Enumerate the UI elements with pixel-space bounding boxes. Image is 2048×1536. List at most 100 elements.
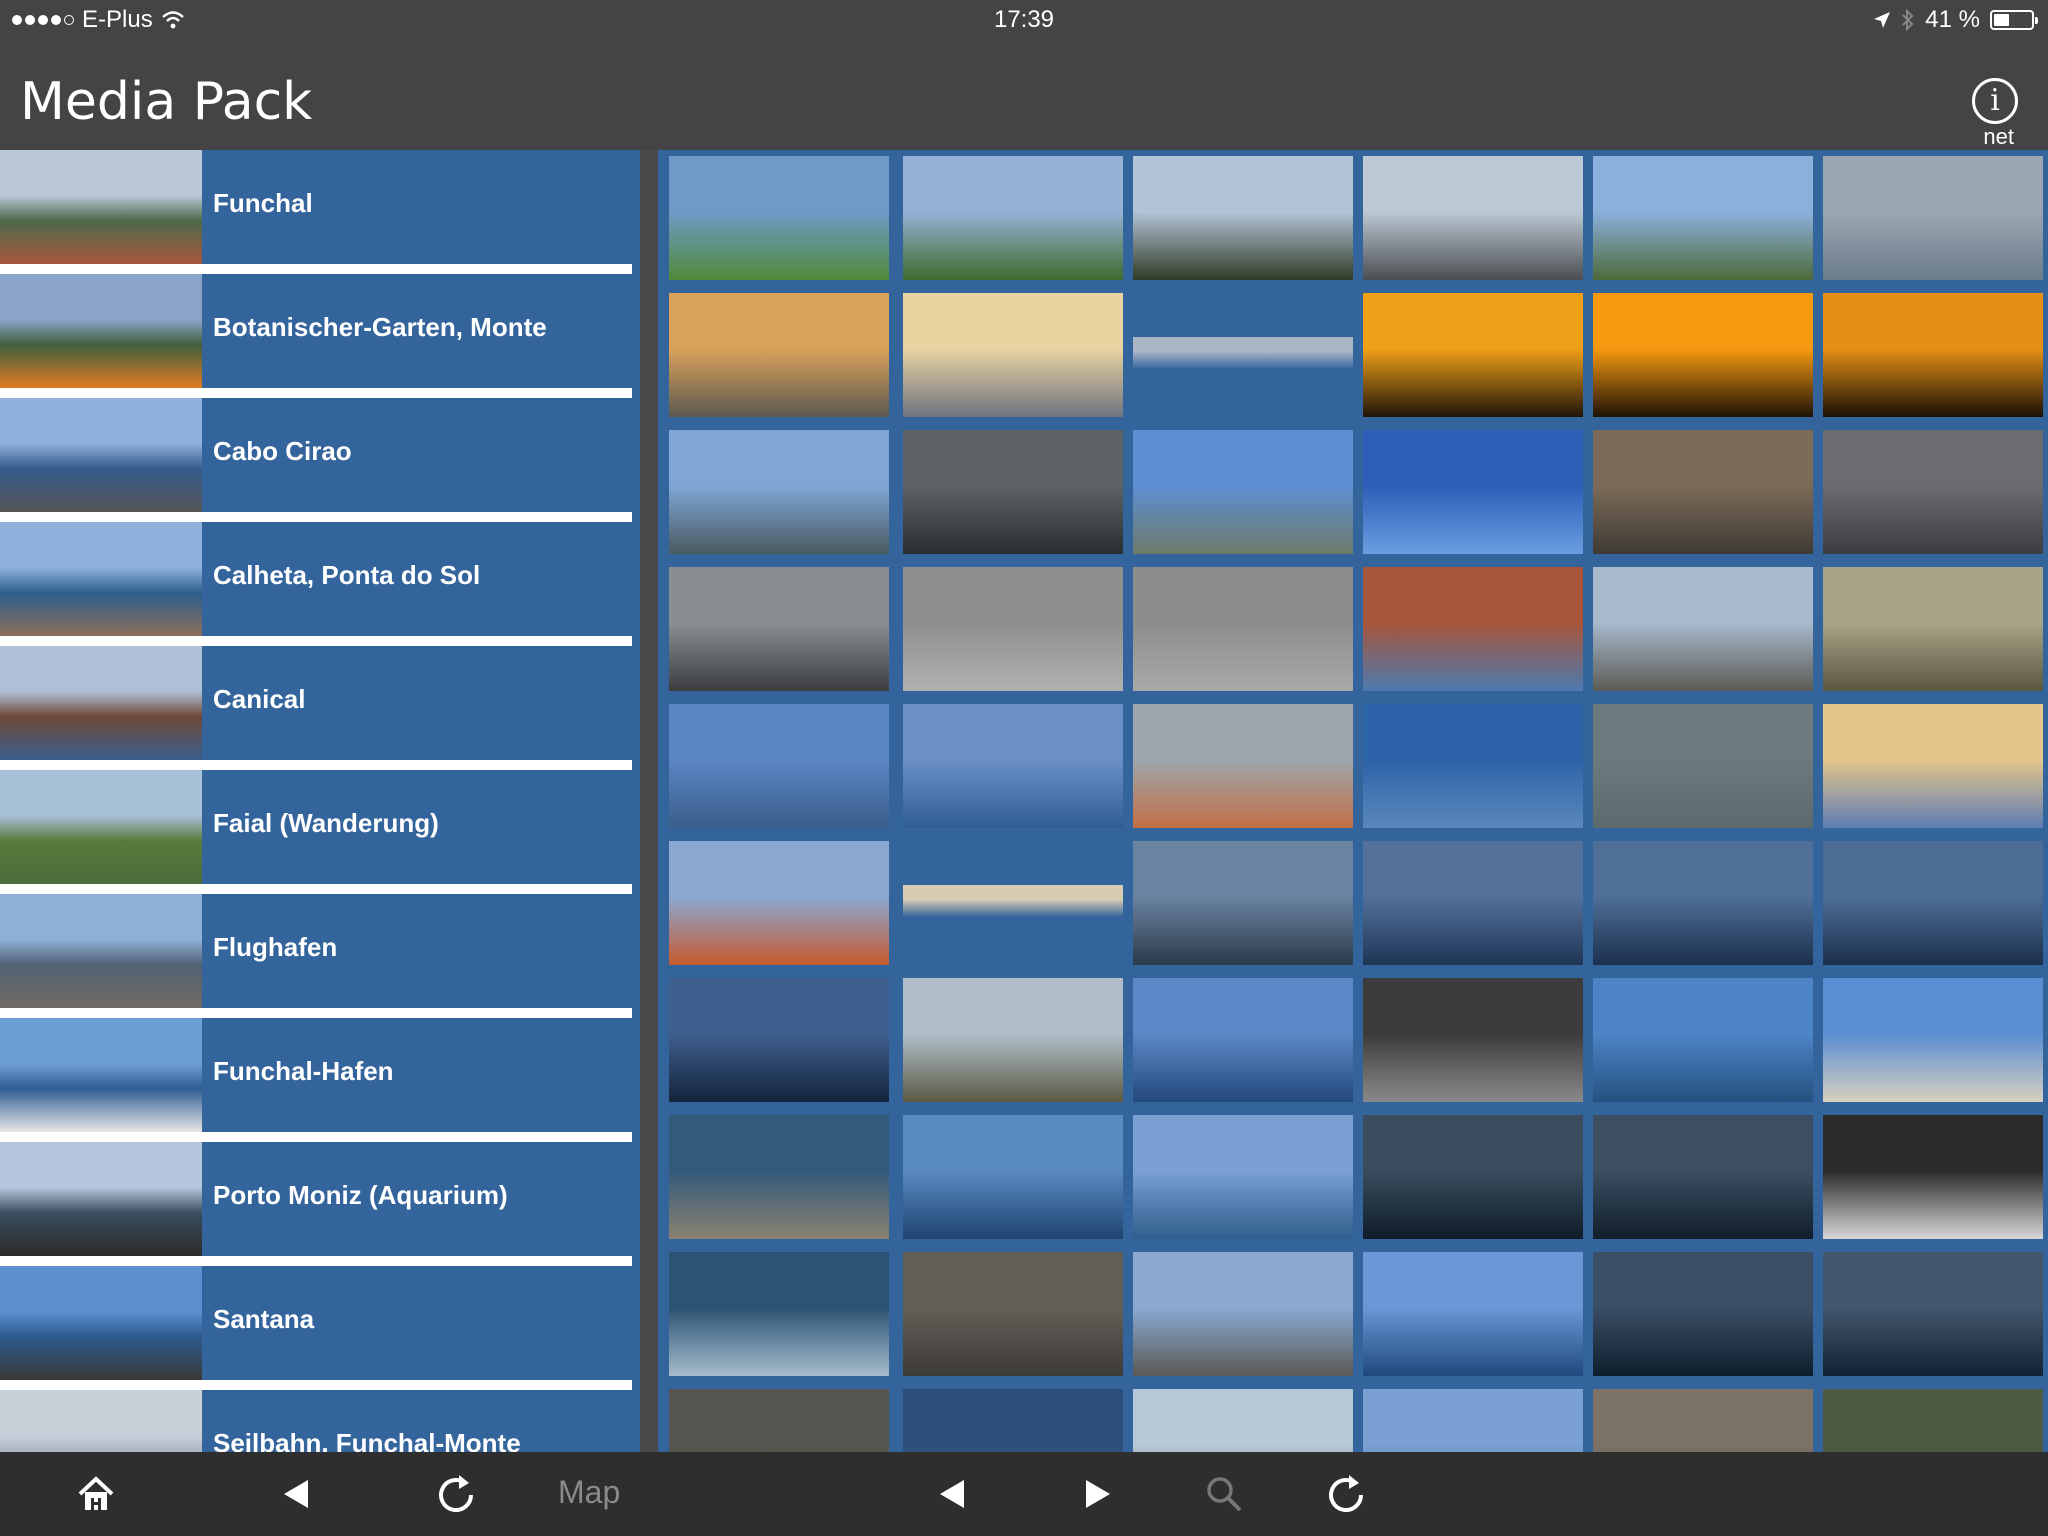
photo-thumbnail[interactable] (903, 704, 1123, 828)
photo-thumbnail[interactable] (1593, 1252, 1813, 1376)
photo-thumbnail[interactable] (1363, 1252, 1583, 1376)
page-title: Media Pack (20, 72, 313, 132)
photo-thumbnail[interactable] (1823, 841, 2043, 965)
photo-thumbnail[interactable] (1823, 978, 2043, 1102)
photo-thumbnail[interactable] (1133, 841, 1353, 965)
photo-thumbnail[interactable] (903, 978, 1123, 1102)
photo-thumbnail[interactable] (1823, 1389, 2043, 1452)
photo-thumbnail[interactable] (1133, 978, 1353, 1102)
photo-thumbnail[interactable] (903, 885, 1123, 917)
album-thumbnail (0, 1390, 202, 1452)
photo-thumbnail[interactable] (669, 1115, 889, 1239)
photo-thumbnail[interactable] (903, 430, 1123, 554)
nav-header: Media Pack i net (0, 40, 2048, 150)
album-list-item[interactable]: Porto Moniz (Aquarium) (0, 1142, 640, 1266)
battery-icon (1990, 10, 2038, 30)
photo-thumbnail[interactable] (1133, 337, 1353, 369)
photo-thumbnail[interactable] (669, 293, 889, 417)
grid-refresh-button[interactable] (1322, 1470, 1370, 1518)
photo-thumbnail[interactable] (1133, 567, 1353, 691)
photo-thumbnail[interactable] (1593, 704, 1813, 828)
photo-thumbnail[interactable] (1133, 156, 1353, 280)
photo-thumbnail[interactable] (1133, 1252, 1353, 1376)
back-arrow-icon (284, 1480, 308, 1508)
photo-thumbnail[interactable] (1823, 1115, 2043, 1239)
photo-thumbnail[interactable] (1363, 293, 1583, 417)
photo-thumbnail[interactable] (1133, 1389, 1353, 1452)
album-list-item[interactable]: Cabo Cirao (0, 398, 640, 522)
map-button[interactable]: Map (558, 1474, 620, 1511)
photo-thumbnail[interactable] (903, 1389, 1123, 1452)
photo-thumbnail[interactable] (1593, 156, 1813, 280)
album-thumbnail (0, 274, 202, 388)
photo-thumbnail[interactable] (1593, 567, 1813, 691)
photo-thumbnail[interactable] (1593, 1115, 1813, 1239)
photo-thumbnail[interactable] (669, 841, 889, 965)
photo-thumbnail[interactable] (903, 1115, 1123, 1239)
album-thumbnail (0, 1266, 202, 1380)
album-list-item[interactable]: Canical (0, 646, 640, 770)
split-divider[interactable] (640, 150, 658, 1452)
photo-thumbnail[interactable] (1363, 567, 1583, 691)
photo-thumbnail[interactable] (1363, 1389, 1583, 1452)
photo-thumbnail[interactable] (1823, 156, 2043, 280)
photo-thumbnail[interactable] (903, 156, 1123, 280)
photo-thumbnail[interactable] (1133, 704, 1353, 828)
photo-thumbnail[interactable] (669, 156, 889, 280)
photo-thumbnail[interactable] (669, 704, 889, 828)
album-list[interactable]: Funchal Botanischer-Garten, Monte Cabo Cir… (0, 150, 640, 1452)
photo-thumbnail[interactable] (1823, 293, 2043, 417)
photo-thumbnail[interactable] (1593, 1389, 1813, 1452)
status-time: 17:39 (993, 6, 1055, 33)
photo-thumbnail[interactable] (669, 567, 889, 691)
photo-thumbnail[interactable] (669, 1389, 889, 1452)
photo-thumbnail[interactable] (669, 430, 889, 554)
photo-thumbnail[interactable] (1823, 1252, 2043, 1376)
photo-thumbnail[interactable] (1363, 704, 1583, 828)
photo-thumbnail[interactable] (1593, 293, 1813, 417)
photo-thumbnail[interactable] (1133, 430, 1353, 554)
photo-thumbnail[interactable] (1823, 567, 2043, 691)
album-list-item[interactable]: Funchal (0, 150, 640, 274)
photo-thumbnail[interactable] (903, 567, 1123, 691)
photo-thumbnail[interactable] (1593, 430, 1813, 554)
album-label: Botanischer-Garten, Monte (213, 312, 547, 342)
photo-thumbnail[interactable] (903, 293, 1123, 417)
album-list-item[interactable]: Botanischer-Garten, Monte (0, 274, 640, 398)
album-list-item[interactable]: Flughafen (0, 894, 640, 1018)
photo-grid[interactable] (658, 150, 2048, 1452)
album-thumbnail (0, 770, 202, 884)
photo-thumbnail[interactable] (1363, 978, 1583, 1102)
album-label: Faial (Wanderung) (213, 808, 439, 838)
photo-thumbnail[interactable] (1593, 841, 1813, 965)
bottom-toolbar: Map (0, 1452, 2048, 1536)
photo-thumbnail[interactable] (1363, 1115, 1583, 1239)
search-icon (1207, 1477, 1242, 1512)
album-label: Funchal-Hafen (213, 1056, 394, 1086)
home-button[interactable] (72, 1470, 120, 1518)
album-thumbnail (0, 150, 202, 264)
photo-thumbnail[interactable] (1823, 704, 2043, 828)
battery-percent: 41 % (1925, 6, 1980, 33)
refresh-icon (439, 1475, 473, 1512)
list-refresh-button[interactable] (432, 1470, 480, 1518)
photo-thumbnail[interactable] (1363, 841, 1583, 965)
album-list-item[interactable]: Seilbahn, Funchal-Monte (0, 1390, 640, 1452)
album-list-item[interactable]: Faial (Wanderung) (0, 770, 640, 894)
photo-thumbnail[interactable] (1363, 156, 1583, 280)
photo-thumbnail[interactable] (1133, 1115, 1353, 1239)
album-list-item[interactable]: Funchal-Hafen (0, 1018, 640, 1142)
photo-thumbnail[interactable] (1823, 430, 2043, 554)
photo-thumbnail[interactable] (1363, 430, 1583, 554)
album-list-item[interactable]: Santana (0, 1266, 640, 1390)
grid-back-button[interactable] (928, 1470, 976, 1518)
album-list-item[interactable]: Calheta, Ponta do Sol (0, 522, 640, 646)
info-button[interactable]: i (1972, 78, 2018, 124)
photo-thumbnail[interactable] (903, 1252, 1123, 1376)
photo-thumbnail[interactable] (1593, 978, 1813, 1102)
photo-thumbnail[interactable] (669, 978, 889, 1102)
search-button[interactable] (1200, 1470, 1248, 1518)
list-back-button[interactable] (272, 1470, 320, 1518)
grid-forward-button[interactable] (1074, 1470, 1122, 1518)
photo-thumbnail[interactable] (669, 1252, 889, 1376)
